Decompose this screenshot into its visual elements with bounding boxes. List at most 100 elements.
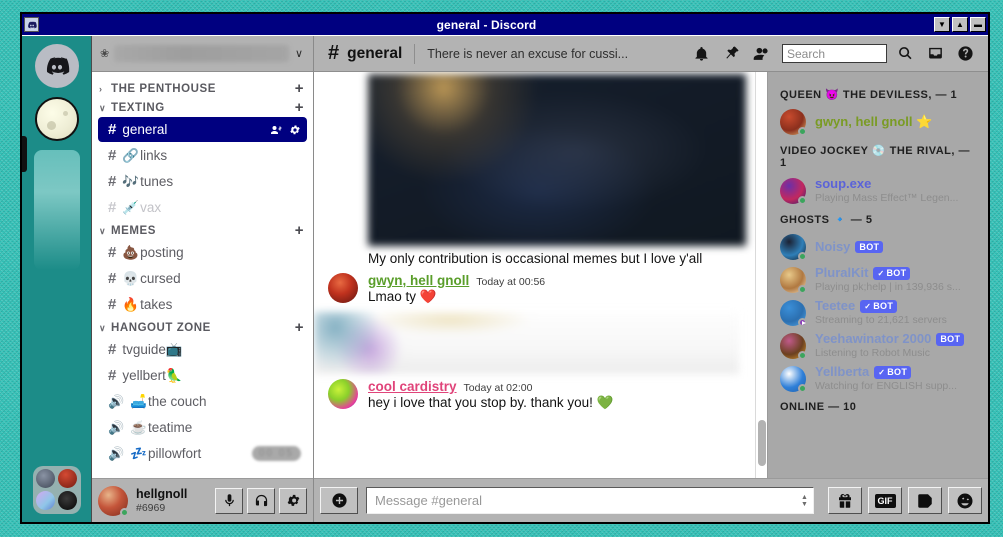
- member-item[interactable]: Yeehawinator 2000 BOT Listening to Robot M…: [768, 329, 988, 362]
- channel-item-tvguide[interactable]: # tvguide📺: [98, 337, 307, 362]
- channel-item-teatime[interactable]: 🔊 ☕teatime: [98, 415, 307, 440]
- channel-item-vax[interactable]: # 💉vax: [98, 195, 307, 220]
- member-name: Yeehawinator 2000: [815, 331, 932, 346]
- hash-icon: #: [108, 173, 117, 190]
- avatar[interactable]: [780, 234, 807, 261]
- guild-icon-active[interactable]: [34, 97, 79, 141]
- channel-item-cursed[interactable]: # 💀cursed: [98, 266, 307, 291]
- create-channel-button[interactable]: +: [295, 320, 304, 335]
- folder-server-4[interactable]: [58, 491, 77, 510]
- channel-item-yellbert[interactable]: # yellbert🦜: [98, 363, 307, 388]
- message-content: hey i love that you stop by. thank you! …: [368, 395, 614, 410]
- message-author[interactable]: cool cardistry: [368, 379, 457, 394]
- create-channel-button[interactable]: +: [295, 81, 304, 96]
- message-input[interactable]: Message #general ▲ ▼: [366, 487, 814, 514]
- avatar[interactable]: [780, 266, 807, 294]
- spinner-down-icon[interactable]: ▼: [799, 501, 810, 508]
- hash-icon: #: [108, 296, 117, 313]
- channel-label: 💀cursed: [122, 270, 181, 286]
- channel-list[interactable]: › THE PENTHOUSE + ∨ TEXTING + # general # 🔗links #…: [92, 72, 313, 478]
- speaker-icon: 🔊: [108, 393, 125, 409]
- member-list[interactable]: QUEEN 😈 THE DEVILESS, — 1 gwyn, hell gnol…: [768, 72, 988, 478]
- message-scrollbar[interactable]: [755, 72, 767, 478]
- create-channel-button[interactable]: +: [295, 100, 304, 115]
- member-item[interactable]: gwyn, hell gnoll ⭐: [768, 106, 988, 138]
- member-item[interactable]: Noisy BOT: [768, 231, 988, 263]
- sticker-button[interactable]: [908, 487, 942, 514]
- image-attachment-light[interactable]: [314, 312, 739, 374]
- image-attachment-dark[interactable]: [368, 74, 746, 246]
- channel-item-general[interactable]: # general: [98, 117, 307, 142]
- folder-server-1[interactable]: [36, 469, 55, 488]
- avatar[interactable]: [780, 365, 807, 393]
- message-timestamp: Today at 00:56: [476, 276, 546, 288]
- discord-window: general - Discord ▼ ▲ ▬ ❀ ∨ › THE PENTHO…: [20, 12, 990, 524]
- channel-topic[interactable]: There is never an excuse for cussi...: [427, 47, 642, 61]
- member-item[interactable]: soup.exe Playing Mass Effect™ Legen...: [768, 174, 988, 207]
- notifications-bell-icon[interactable]: [686, 45, 716, 62]
- server-folder[interactable]: [33, 466, 81, 514]
- gif-button[interactable]: GIF: [868, 487, 902, 514]
- search-icon[interactable]: [890, 45, 920, 62]
- avatar[interactable]: [780, 177, 807, 205]
- member-activity: Playing Mass Effect™ Legen...: [815, 191, 959, 204]
- user-settings-button[interactable]: [279, 487, 307, 514]
- member-list-icon[interactable]: [746, 45, 776, 62]
- avatar[interactable]: [780, 332, 807, 360]
- channel-label: 💩posting: [122, 244, 184, 260]
- channel-emoji-icon: 🔗: [122, 147, 140, 163]
- minimize-button[interactable]: ▼: [934, 17, 950, 32]
- member-activity: Listening to Robot Music: [815, 346, 930, 359]
- folder-server-3[interactable]: [36, 491, 55, 510]
- hash-icon: #: [108, 270, 117, 287]
- user-identity[interactable]: hellgnoll #6969: [136, 487, 211, 513]
- inbox-icon[interactable]: [920, 45, 950, 62]
- close-button[interactable]: ▬: [970, 17, 986, 32]
- channel-label: 🔥takes: [122, 296, 173, 312]
- guild-home-button[interactable]: [34, 44, 79, 88]
- gif-icon: GIF: [874, 493, 896, 508]
- channel-item-links[interactable]: # 🔗links: [98, 143, 307, 168]
- guild-header-dropdown[interactable]: ❀ ∨: [92, 36, 313, 72]
- spinner-up-icon[interactable]: ▲: [799, 494, 810, 501]
- window-titlebar[interactable]: general - Discord ▼ ▲ ▬: [22, 14, 988, 35]
- member-name: gwyn, hell gnoll ⭐: [815, 113, 933, 129]
- channel-category-the-penthouse[interactable]: › THE PENTHOUSE +: [92, 79, 313, 98]
- scrollbar-thumb[interactable]: [758, 420, 766, 466]
- member-item[interactable]: Teetee ✓ BOT Streaming to 21,621 servers: [768, 296, 988, 329]
- channel-item-tunes[interactable]: # 🎶tunes: [98, 169, 307, 194]
- verified-check-icon: ✓: [878, 367, 886, 377]
- mute-button[interactable]: [215, 487, 243, 514]
- channel-label: general: [122, 122, 168, 137]
- create-channel-button[interactable]: +: [295, 223, 304, 238]
- folder-server-2[interactable]: [58, 469, 77, 488]
- search-input[interactable]: Search: [782, 44, 887, 63]
- avatar[interactable]: [328, 379, 358, 409]
- channel-category-memes[interactable]: ∨ MEMES +: [92, 221, 313, 240]
- channel-label: ☕teatime: [130, 419, 193, 435]
- channel-item-thecouch[interactable]: 🔊 🛋️the couch: [98, 389, 307, 414]
- member-item[interactable]: PluralKit ✓ BOT Playing pk;help | in 139,93…: [768, 263, 988, 296]
- help-icon[interactable]: [950, 45, 980, 62]
- status-indicator: [798, 350, 807, 360]
- add-attachment-button[interactable]: [320, 487, 358, 514]
- member-item[interactable]: Yellberta ✓ BOT Watching for ENGLISH supp..…: [768, 362, 988, 395]
- channel-category-hangout-zone[interactable]: ∨ HANGOUT ZONE +: [92, 318, 313, 337]
- gift-button[interactable]: [828, 487, 862, 514]
- input-spinner[interactable]: ▲ ▼: [799, 494, 813, 508]
- avatar[interactable]: [780, 109, 807, 136]
- message-author[interactable]: gwyn, hell gnoll: [368, 273, 469, 288]
- channel-item-posting[interactable]: # 💩posting: [98, 240, 307, 265]
- avatar[interactable]: [780, 299, 807, 327]
- channel-item-pillowfort[interactable]: 🔊 💤pillowfort 00 05: [98, 441, 307, 466]
- emoji-button[interactable]: [948, 487, 982, 514]
- emoji-icon: [957, 493, 973, 508]
- pinned-messages-icon[interactable]: [716, 45, 746, 62]
- avatar[interactable]: [98, 485, 129, 517]
- deafen-button[interactable]: [247, 487, 275, 514]
- channel-item-takes[interactable]: # 🔥takes: [98, 292, 307, 317]
- guild-icon-faded[interactable]: [33, 150, 80, 270]
- channel-category-texting[interactable]: ∨ TEXTING +: [92, 98, 313, 117]
- maximize-button[interactable]: ▲: [952, 17, 968, 32]
- avatar[interactable]: [328, 273, 358, 303]
